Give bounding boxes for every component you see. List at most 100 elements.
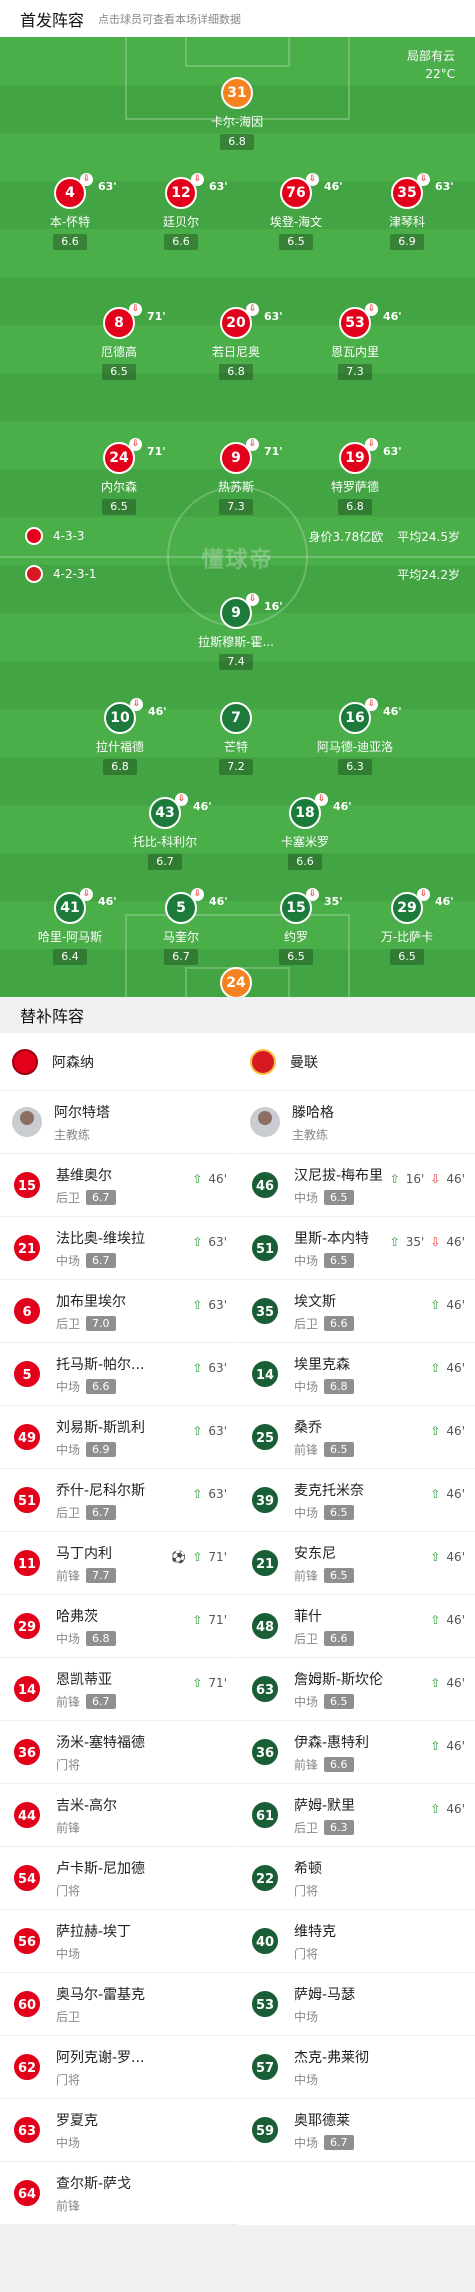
player-name: 埃文斯 bbox=[294, 1293, 336, 1310]
player-name: 菲什 bbox=[294, 1608, 322, 1625]
player-name: 卡塞米罗 bbox=[280, 835, 329, 849]
sub-player-row[interactable]: 46 汉尼拔-梅布里 中场 6.5 ⇧ 16' ⇩ 46' bbox=[238, 1154, 475, 1217]
sub-minute: 46' bbox=[383, 310, 402, 323]
sub-out-icon: ⇩ bbox=[80, 173, 93, 186]
sub-player-row[interactable]: 44 吉米-高尔 前锋 bbox=[0, 1784, 237, 1847]
player-name: 内尔森 bbox=[100, 480, 137, 494]
sub-player-row[interactable]: 49 刘易斯-斯凯利 中场 6.9 ⇧ 63' bbox=[0, 1406, 237, 1469]
coach-role: 主教练 bbox=[54, 1127, 91, 1142]
shirt-number: 24 ⇩ 71' bbox=[103, 438, 166, 474]
player-name: 厄德高 bbox=[100, 345, 137, 359]
away-player[interactable]: 9 ⇩ 16' 拉斯穆斯-霍... 7.4 bbox=[176, 593, 296, 670]
sub-player-row[interactable]: 59 奥耶德莱 中场 6.7 bbox=[238, 2099, 475, 2162]
away-player[interactable]: 5 ⇩ 46' 马奎尔 6.7 bbox=[121, 888, 241, 965]
away-player[interactable]: 29 ⇩ 46' 万-比萨卡 6.5 bbox=[347, 888, 467, 965]
sub-player-row[interactable]: 63 罗夏克 中场 bbox=[0, 2099, 237, 2162]
shirt-number: 57 bbox=[250, 2052, 280, 2082]
sub-out-minute: 46' bbox=[446, 1235, 465, 1249]
sub-player-row[interactable]: 51 里斯-本内特 中场 6.5 ⇧ 35' ⇩ 46' bbox=[238, 1217, 475, 1280]
sub-out-icon: ⇩ bbox=[417, 888, 430, 901]
away-player[interactable]: 18 ⇩ 46' 卡塞米罗 6.6 bbox=[245, 793, 365, 870]
pitch: 懂球帝 局部有云 22°C 4-3-3 身价3.78亿欧 平均24.5岁 4-2… bbox=[0, 37, 475, 997]
shirt-number: 36 bbox=[12, 1737, 42, 1767]
sub-player-row[interactable]: 36 汤米-塞特福德 门将 bbox=[0, 1721, 237, 1784]
player-name: 罗夏克 bbox=[56, 2112, 98, 2129]
home-player[interactable]: 31 卡尔-海因 6.8 bbox=[177, 77, 297, 150]
sub-out-icon: ⇩ bbox=[315, 793, 328, 806]
sub-player-row[interactable]: 56 萨拉赫-埃丁 中场 bbox=[0, 1910, 237, 1973]
sub-player-row[interactable]: 40 维特克 门将 bbox=[238, 1910, 475, 1973]
sub-player-row[interactable]: 5 托马斯-帕尔... 中场 6.6 ⇧ 63' bbox=[0, 1343, 237, 1406]
sub-player-row[interactable]: 15 基维奥尔 后卫 6.7 ⇧ 46' bbox=[0, 1154, 237, 1217]
away-player[interactable]: 7 芒特 7.2 bbox=[176, 702, 296, 775]
sub-player-row[interactable]: 6 加布里埃尔 后卫 7.0 ⇧ 63' bbox=[0, 1280, 237, 1343]
sub-player-row[interactable]: 61 萨姆-默里 后卫 6.3 ⇧ 46' bbox=[238, 1784, 475, 1847]
player-rating: 6.8 bbox=[86, 1630, 116, 1646]
sub-player-row[interactable]: 57 杰克-弗莱彻 中场 bbox=[238, 2036, 475, 2099]
player-position: 中场 bbox=[56, 1379, 81, 1394]
shirt-number: 8 ⇩ 71' bbox=[103, 303, 166, 339]
home-player[interactable]: 19 ⇩ 63' 特罗萨德 6.8 bbox=[295, 438, 415, 515]
coach-role: 主教练 bbox=[292, 1127, 329, 1142]
home-player[interactable]: 8 ⇩ 71' 厄德高 6.5 bbox=[59, 303, 179, 380]
player-position: 门将 bbox=[56, 1883, 81, 1898]
away-coach[interactable]: 滕哈格 主教练 bbox=[238, 1091, 475, 1154]
sub-player-row[interactable]: 53 萨姆-马瑟 中场 bbox=[238, 1973, 475, 2036]
away-player[interactable]: 41 ⇩ 46' 哈里-阿马斯 6.4 bbox=[10, 888, 130, 965]
away-team-row: 4-2-3-1 平均24.2岁 bbox=[25, 565, 460, 583]
sub-player-row[interactable]: 62 阿列克谢-罗... 门将 bbox=[0, 2036, 237, 2099]
away-player[interactable]: 43 ⇩ 46' 托比-科利尔 6.7 bbox=[105, 793, 225, 870]
sub-out-icon: ⇩ bbox=[365, 698, 378, 711]
home-team-header[interactable]: 阿森纳 bbox=[0, 1033, 237, 1091]
sub-minute: 46' bbox=[324, 180, 343, 193]
sub-player-row[interactable]: 25 桑乔 前锋 6.5 ⇧ 46' bbox=[238, 1406, 475, 1469]
home-player[interactable]: 12 ⇩ 63' 廷贝尔 6.6 bbox=[121, 173, 241, 250]
sub-player-row[interactable]: 64 查尔斯-萨戈 前锋 bbox=[0, 2162, 237, 2225]
sub-player-row[interactable]: 21 安东尼 前锋 6.5 ⇧ 46' bbox=[238, 1532, 475, 1595]
home-player[interactable]: 24 ⇩ 71' 内尔森 6.5 bbox=[59, 438, 179, 515]
sub-player-row[interactable]: 14 埃里克森 中场 6.8 ⇧ 46' bbox=[238, 1343, 475, 1406]
sub-in-icon: ⇧ bbox=[430, 1802, 441, 1816]
arsenal-badge-icon bbox=[12, 1048, 38, 1075]
sub-player-row[interactable]: 63 詹姆斯-斯坎伦 中场 6.5 ⇧ 46' bbox=[238, 1658, 475, 1721]
bottom-space bbox=[0, 2225, 475, 2286]
away-player[interactable]: 16 ⇩ 46' 阿马德-迪亚洛 6.3 bbox=[295, 698, 415, 775]
sub-player-row[interactable]: 11 马丁内利 前锋 7.7 ⚽ ⇧ 71' bbox=[0, 1532, 237, 1595]
home-player[interactable]: 35 ⇩ 63' 津琴科 6.9 bbox=[347, 173, 467, 250]
weather-condition: 局部有云 bbox=[406, 49, 455, 63]
away-player[interactable]: 10 ⇩ 46' 拉什福德 6.8 bbox=[60, 698, 180, 775]
sub-player-row[interactable]: 60 奥马尔-雷基克 后卫 bbox=[0, 1973, 237, 2036]
sub-player-row[interactable]: 39 麦克托米奈 中场 6.5 ⇧ 46' bbox=[238, 1469, 475, 1532]
player-position: 后卫 bbox=[56, 1505, 81, 1520]
home-player[interactable]: 76 ⇩ 46' 埃登-海文 6.5 bbox=[236, 173, 356, 250]
sub-player-row[interactable]: 14 恩凯蒂亚 前锋 6.7 ⇧ 71' bbox=[0, 1658, 237, 1721]
player-position: 后卫 bbox=[56, 1190, 81, 1205]
sub-player-row[interactable]: 36 伊森-惠特利 前锋 6.6 ⇧ 46' bbox=[238, 1721, 475, 1784]
sub-player-row[interactable]: 21 法比奥-维埃拉 中场 6.7 ⇧ 63' bbox=[0, 1217, 237, 1280]
home-coach[interactable]: 阿尔特塔 主教练 bbox=[0, 1091, 237, 1154]
sub-player-row[interactable]: 29 哈弗茨 中场 6.8 ⇧ 71' bbox=[0, 1595, 237, 1658]
sub-player-row[interactable]: 22 希顿 门将 bbox=[238, 1847, 475, 1910]
sub-minute: 35' bbox=[324, 895, 343, 908]
player-name: 伊森-惠特利 bbox=[294, 1734, 370, 1751]
player-rating: 6.7 bbox=[86, 1189, 116, 1205]
away-player[interactable]: 24奥纳纳6.3 bbox=[176, 967, 296, 997]
home-player[interactable]: 9 ⇩ 71' 热苏斯 7.3 bbox=[176, 438, 296, 515]
sub-player-row[interactable]: 54 卢卡斯-尼加德 门将 bbox=[0, 1847, 237, 1910]
home-player[interactable]: 20 ⇩ 63' 若日尼奥 6.8 bbox=[176, 303, 296, 380]
sub-player-row[interactable]: 35 埃文斯 后卫 6.6 ⇧ 46' bbox=[238, 1280, 475, 1343]
player-name: 法比奥-维埃拉 bbox=[56, 1230, 146, 1247]
sub-in-icon: ⇧ bbox=[430, 1487, 441, 1501]
home-player[interactable]: 4 ⇩ 63' 本-怀特 6.6 bbox=[10, 173, 130, 250]
sub-player-row[interactable]: 48 菲什 后卫 6.6 ⇧ 46' bbox=[238, 1595, 475, 1658]
player-rating: 6.7 bbox=[164, 949, 198, 965]
home-player[interactable]: 53 ⇩ 46' 恩瓦内里 7.3 bbox=[295, 303, 415, 380]
sub-out-icon: ⇩ bbox=[129, 438, 142, 451]
player-rating: 6.5 bbox=[279, 234, 313, 250]
shirt-number: 63 bbox=[12, 2115, 42, 2145]
sub-player-row[interactable]: 51 乔什-尼科尔斯 后卫 6.7 ⇧ 63' bbox=[0, 1469, 237, 1532]
shirt-number: 25 bbox=[250, 1422, 280, 1452]
player-rating: 7.7 bbox=[86, 1567, 116, 1583]
away-player[interactable]: 15 ⇩ 35' 约罗 6.5 bbox=[236, 888, 356, 965]
away-team-header[interactable]: 曼联 bbox=[238, 1033, 475, 1091]
